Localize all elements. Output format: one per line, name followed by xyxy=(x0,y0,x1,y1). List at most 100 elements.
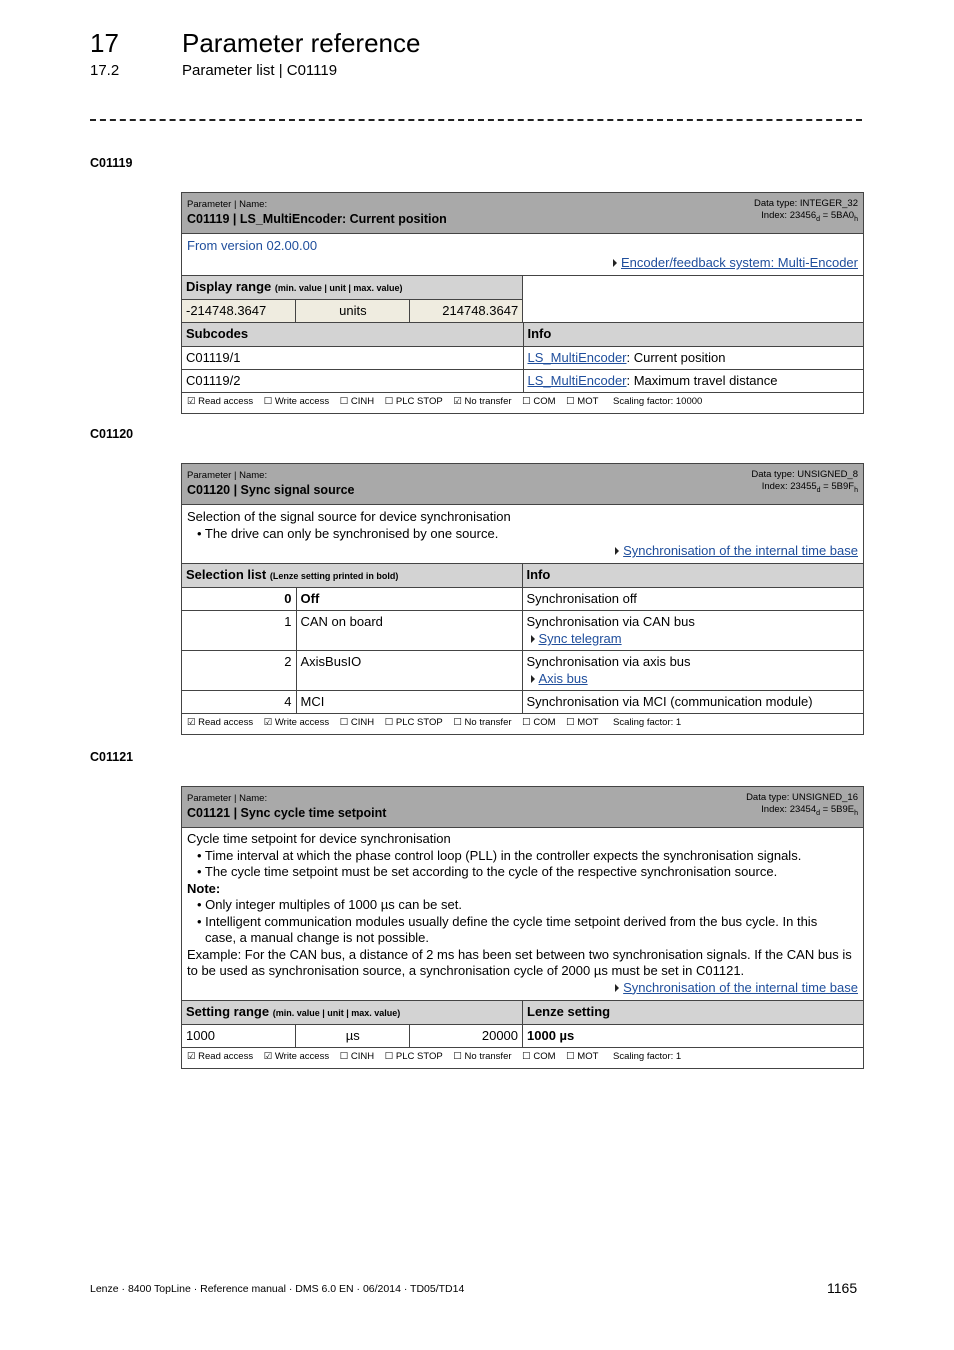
scaling-factor: Scaling factor: 1 xyxy=(613,1051,682,1062)
param-table-c01119: Parameter | Name: C01119 | LS_MultiEncod… xyxy=(181,192,864,414)
scaling-factor: Scaling factor: 10000 xyxy=(613,395,703,407)
option-info: Synchronisation via CAN bus Sync telegra… xyxy=(521,610,863,651)
section-title: Parameter list | C01119 xyxy=(182,62,338,79)
option-info-text: Synchronisation via axis bus xyxy=(526,654,691,669)
option-info: Synchronisation via MCI (communication m… xyxy=(521,690,863,714)
subcode: C01119/2 xyxy=(182,368,524,393)
range-header-label: Setting range xyxy=(186,1004,270,1019)
sync-time-base-link[interactable]: Synchronisation of the internal time bas… xyxy=(623,980,858,995)
ls-multiencoder-link[interactable]: LS_MultiEncoder xyxy=(528,350,627,365)
param-label-c01120: C01120 xyxy=(90,427,134,441)
version-text: From version 02.00.00 xyxy=(187,238,318,253)
option-value: 4 xyxy=(182,690,297,714)
param-title: C01120 | Sync signal source xyxy=(187,483,355,497)
access-flags: ☑ Read access ☑ Write access ☐ CINH ☐ PL… xyxy=(182,1048,863,1068)
info-header: Info xyxy=(521,564,863,588)
flag-write-access: ☑ Write access xyxy=(263,717,330,728)
flag-com: ☐ COM xyxy=(522,717,556,728)
arrow-right-icon xyxy=(530,635,535,643)
range-unit: µs xyxy=(295,1024,411,1048)
arrow-right-icon xyxy=(613,259,617,267)
note-label: Note: xyxy=(187,880,221,896)
selection-list-header: Selection list (Lenze setting printed in… xyxy=(182,564,523,588)
subcode-info-text: : Current position xyxy=(626,349,726,365)
setting-range-header: Setting range (min. value | unit | max. … xyxy=(182,1001,524,1025)
description-text: Cycle time setpoint for device synchroni… xyxy=(187,831,451,846)
range-header-sub: (min. value | unit | max. value) xyxy=(272,1008,401,1018)
data-type: Data type: UNSIGNED_16 xyxy=(746,792,858,803)
info-header: Info xyxy=(522,323,863,347)
link-row: Synchronisation of the internal time bas… xyxy=(187,542,858,559)
index-hex: = 5B9F xyxy=(820,481,855,492)
range-header-label: Display range xyxy=(186,279,272,294)
subcode-info: LS_MultiEncoder: Maximum travel distance xyxy=(522,368,863,393)
section-number: 17.2 xyxy=(90,62,120,79)
footer-text: Lenze · 8400 TopLine · Reference manual … xyxy=(90,1283,465,1295)
data-type: Data type: INTEGER_32 xyxy=(753,198,858,209)
link-row: Synchronisation of the internal time bas… xyxy=(187,980,858,997)
param-title: C01119 | LS_MultiEncoder: Current positi… xyxy=(187,212,447,226)
flag-mot: ☐ MOT xyxy=(566,1051,599,1062)
page-number: 1165 xyxy=(827,1280,858,1296)
param-header: Parameter | Name: C01121 | Sync cycle ti… xyxy=(182,787,863,828)
name-caption: Parameter | Name: xyxy=(187,199,268,210)
selection-list-label: Selection list xyxy=(186,567,267,582)
table-row: 1 CAN on board Synchronisation via CAN b… xyxy=(182,610,863,651)
flag-com: ☐ COM xyxy=(522,395,556,407)
arrow-right-icon xyxy=(615,547,620,555)
arrow-right-icon xyxy=(615,983,620,992)
flag-plc-stop: ☐ PLC STOP xyxy=(384,1051,443,1062)
index-h-sub: h xyxy=(854,215,858,223)
subcode-info-text: : Maximum travel distance xyxy=(626,372,778,388)
range-unit: units xyxy=(295,299,411,323)
option-link-row: Axis bus xyxy=(527,670,860,687)
subcodes-table: Subcodes Info C01119/1 LS_MultiEncoder: … xyxy=(182,323,863,393)
index-dec: Index: 23455 xyxy=(761,481,817,492)
flag-read-access: ☑ Read access xyxy=(187,1051,254,1062)
option-value: 0 xyxy=(182,587,297,611)
sync-time-base-link[interactable]: Synchronisation of the internal time bas… xyxy=(623,543,858,558)
option-info-text: Synchronisation via CAN bus xyxy=(526,614,695,629)
range-min: -214748.3647 xyxy=(182,299,297,323)
description-bullet: • Time interval at which the phase contr… xyxy=(197,847,802,863)
note-bullet-continuation: case, a manual change is not possible. xyxy=(205,930,430,945)
param-description: Cycle time setpoint for device synchroni… xyxy=(182,828,863,1001)
flag-cinh: ☐ CINH xyxy=(339,1051,375,1062)
index: Index: 23455d = 5B9Fh xyxy=(762,481,858,494)
empty-cell xyxy=(522,276,863,323)
example-text: Example: For the CAN bus, a distance of … xyxy=(187,946,852,979)
range-header-sub: (min. value | unit | max. value) xyxy=(274,283,403,293)
sync-telegram-link[interactable]: Sync telegram xyxy=(539,631,622,646)
param-description: From version 02.00.00 Encoder/feedback s… xyxy=(182,234,863,276)
chapter-number: 17 xyxy=(90,28,119,58)
table-row: 0 Off Synchronisation off xyxy=(182,587,863,611)
flag-no-transfer: ☐ No transfer xyxy=(453,717,512,728)
param-table-c01121: Parameter | Name: C01121 | Sync cycle ti… xyxy=(181,786,864,1069)
param-header: Parameter | Name: C01119 | LS_MultiEncod… xyxy=(182,193,863,234)
name-caption: Parameter | Name: xyxy=(187,793,268,804)
flag-cinh: ☐ CINH xyxy=(339,395,375,407)
encoder-feedback-link[interactable]: Encoder/feedback system: Multi-Encoder xyxy=(621,255,858,270)
link-row: Encoder/feedback system: Multi-Encoder xyxy=(187,254,858,271)
arrow-right-icon xyxy=(530,675,535,683)
index-h-sub: h xyxy=(854,486,858,494)
flag-plc-stop: ☐ PLC STOP xyxy=(384,717,443,728)
flag-read-access: ☑ Read access xyxy=(187,717,254,728)
display-range-table: Display range (min. value | unit | max. … xyxy=(182,276,863,323)
index-hex: = 5B9E xyxy=(820,804,855,815)
access-flags: ☑ Read access ☐ Write access ☐ CINH ☐ PL… xyxy=(182,393,863,413)
axis-bus-link[interactable]: Axis bus xyxy=(539,671,588,686)
flag-write-access: ☑ Write access xyxy=(263,1051,330,1062)
option-name: MCI xyxy=(295,690,523,714)
description-bullet: • The drive can only be synchronised by … xyxy=(197,526,499,541)
note-bullet: • Intelligent communication modules usua… xyxy=(197,913,818,929)
subcode: C01119/1 xyxy=(182,345,524,370)
setting-range-table: Setting range (min. value | unit | max. … xyxy=(182,1001,863,1048)
ls-multiencoder-link[interactable]: LS_MultiEncoder xyxy=(528,373,627,388)
param-description: Selection of the signal source for devic… xyxy=(182,505,863,564)
access-flags: ☑ Read access ☑ Write access ☐ CINH ☐ PL… xyxy=(182,714,863,734)
param-label-c01119: C01119 xyxy=(90,156,133,170)
param-label-c01121: C01121 xyxy=(90,750,134,764)
option-name: CAN on board xyxy=(295,610,523,651)
flag-no-transfer: ☑ No transfer xyxy=(453,395,512,407)
